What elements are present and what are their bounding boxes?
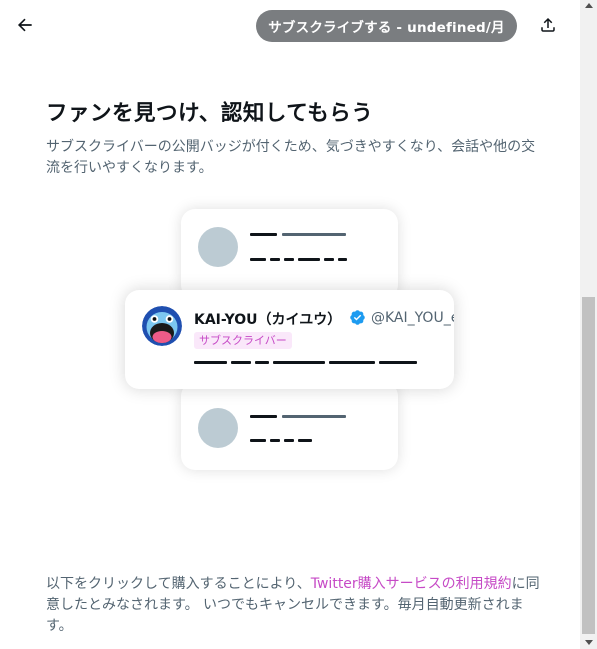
terms-of-service-link[interactable]: Twitter購入サービスの利用規約 (311, 576, 512, 592)
placeholder-line (338, 258, 347, 261)
verified-badge-icon (350, 310, 365, 325)
placeholder-line (284, 258, 294, 261)
placeholder-line (194, 361, 227, 364)
placeholder-tweet-card-bottom (181, 382, 398, 470)
placeholder-avatar (198, 227, 238, 267)
scroll-up-arrow-icon[interactable] (585, 3, 593, 8)
placeholder-line (298, 439, 312, 442)
preview-handle: @KAI_YOU_e (371, 310, 454, 326)
placeholder-line (250, 439, 266, 442)
kai-you-logo-icon (142, 306, 182, 346)
placeholder-line (250, 233, 277, 236)
placeholder-line (329, 361, 375, 364)
preview-display-name: KAI-YOU（カイユウ） (194, 312, 342, 328)
placeholder-line (324, 258, 334, 261)
placeholder-line (298, 258, 320, 261)
subscribe-button[interactable]: サブスクライブする - undefined/月 (256, 10, 517, 42)
share-button[interactable] (533, 10, 563, 40)
placeholder-line (270, 258, 280, 261)
scroll-down-arrow-icon[interactable] (585, 640, 593, 645)
placeholder-tweet-card-top (181, 209, 398, 299)
placeholder-line (282, 415, 346, 418)
placeholder-line (231, 361, 251, 364)
scrollbar-thumb[interactable] (582, 297, 595, 634)
back-button[interactable] (10, 10, 40, 40)
placeholder-line (270, 439, 280, 442)
placeholder-line (250, 258, 266, 261)
placeholder-line (379, 361, 417, 364)
subscriber-badge: サブスクライバー (194, 332, 292, 349)
placeholder-line (255, 361, 269, 364)
legal-text: 以下をクリックして購入することにより、 (46, 576, 311, 592)
legal-notice: 以下をクリックして購入することにより、Twitter購入サービスの利用規約に同意… (46, 574, 546, 637)
arrow-left-icon (17, 18, 32, 32)
placeholder-line (284, 439, 294, 442)
avatar (142, 306, 182, 346)
placeholder-line (282, 233, 346, 236)
page-title: ファンを見つけ、認知してもらう (46, 101, 374, 126)
share-upload-icon (541, 17, 555, 32)
placeholder-line (250, 415, 277, 418)
placeholder-line (273, 361, 325, 364)
subscription-modal: サブスクライブする - undefined/月 ファンを見つけ、認知してもらう … (0, 0, 580, 649)
placeholder-avatar (198, 408, 238, 448)
subscriber-preview-card: KAI-YOU（カイユウ） @KAI_YOU_e サブスクライバー (125, 290, 454, 389)
feature-description: サブスクライバーの公開バッジが付くため、気づきやすくなり、会話や他の交流を行いや… (46, 139, 536, 176)
